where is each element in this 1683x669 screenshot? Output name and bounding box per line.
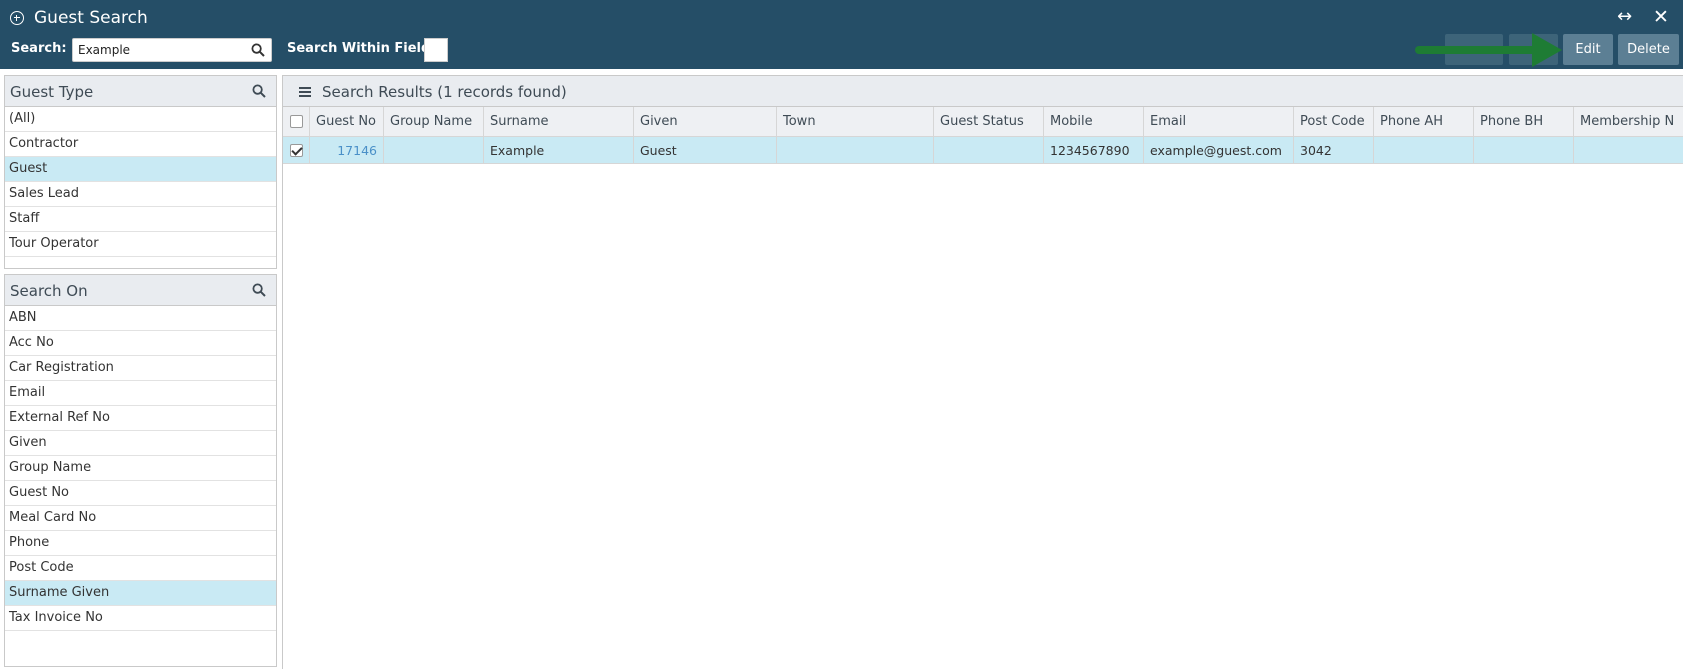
guest-type-list: (All) Contractor Guest Sales Lead Staff Tour … xyxy=(5,107,276,257)
search-on-list: ABN Acc No Car Registration Email External R… xyxy=(5,306,276,631)
cell-phone-bh xyxy=(1474,137,1574,163)
search-on-item-tax-invoice-no[interactable]: Tax Invoice No xyxy=(5,606,276,631)
window-title: Guest Search xyxy=(34,8,148,28)
search-on-item-guest-no[interactable]: Guest No xyxy=(5,481,276,506)
search-on-item-given[interactable]: Given xyxy=(5,431,276,456)
window-header: Guest Search ↔ ✕ Search: Search Within F… xyxy=(0,0,1683,69)
cell-membership xyxy=(1574,137,1683,163)
search-on-item-group-name[interactable]: Group Name xyxy=(5,456,276,481)
edit-button[interactable]: Edit xyxy=(1563,34,1613,65)
cell-email: example@guest.com xyxy=(1144,137,1294,163)
column-header-group-name[interactable]: Group Name xyxy=(384,107,484,136)
row-checkbox[interactable] xyxy=(290,143,303,157)
select-all-checkbox[interactable] xyxy=(290,115,303,128)
search-results-title: Search Results (1 records found) xyxy=(322,83,567,101)
column-header-town[interactable]: Town xyxy=(777,107,934,136)
search-box xyxy=(72,38,272,62)
column-header-guest-no[interactable]: Guest No xyxy=(310,107,384,136)
cell-post-code: 3042 xyxy=(1294,137,1374,163)
guest-type-item-contractor[interactable]: Contractor xyxy=(5,132,276,157)
column-header-phone-ah[interactable]: Phone AH xyxy=(1374,107,1474,136)
guest-type-panel: Guest Type (All) Contractor Guest Sales Lea… xyxy=(4,75,277,269)
guest-type-item-sales-lead[interactable]: Sales Lead xyxy=(5,182,276,207)
search-label: Search: xyxy=(11,41,67,56)
select-all-cell xyxy=(283,107,310,136)
guest-type-item-staff[interactable]: Staff xyxy=(5,207,276,232)
cell-mobile: 1234567890 xyxy=(1044,137,1144,163)
cell-guest-status xyxy=(934,137,1044,163)
cell-given: Guest xyxy=(634,137,777,163)
search-results-header: Search Results (1 records found) xyxy=(283,76,1683,107)
search-on-title: Search On xyxy=(10,282,88,300)
search-on-item-abn[interactable]: ABN xyxy=(5,306,276,331)
search-icon[interactable] xyxy=(252,283,266,297)
search-icon[interactable] xyxy=(252,84,266,98)
search-on-item-post-code[interactable]: Post Code xyxy=(5,556,276,581)
search-within-field-label: Search Within Field: xyxy=(287,41,436,56)
title-row: Guest Search xyxy=(10,6,148,30)
guest-no-link[interactable]: 17146 xyxy=(310,143,383,158)
search-on-item-meal-card-no[interactable]: Meal Card No xyxy=(5,506,276,531)
cell-guest-no: 17146 xyxy=(310,137,384,163)
guest-type-item-all[interactable]: (All) xyxy=(5,107,276,132)
guest-type-title: Guest Type xyxy=(10,83,94,101)
column-header-mobile[interactable]: Mobile xyxy=(1044,107,1144,136)
search-on-item-acc-no[interactable]: Acc No xyxy=(5,331,276,356)
cell-surname: Example xyxy=(484,137,634,163)
delete-button[interactable]: Delete xyxy=(1618,34,1679,65)
column-header-phone-bh[interactable]: Phone BH xyxy=(1474,107,1574,136)
column-header-post-code[interactable]: Post Code xyxy=(1294,107,1374,136)
highlight-arrow-icon xyxy=(1532,33,1562,67)
cell-town xyxy=(777,137,934,163)
column-header-surname[interactable]: Surname xyxy=(484,107,634,136)
guest-type-item-tour-operator[interactable]: Tour Operator xyxy=(5,232,276,257)
close-icon[interactable]: ✕ xyxy=(1653,6,1669,28)
search-on-header: Search On xyxy=(5,275,276,306)
menu-icon[interactable] xyxy=(299,87,311,97)
highlight-arrow-shaft xyxy=(1415,46,1540,54)
search-on-item-car-registration[interactable]: Car Registration xyxy=(5,356,276,381)
cell-phone-ah xyxy=(1374,137,1474,163)
search-on-panel: Search On ABN Acc No Car Registration Email… xyxy=(4,274,277,667)
search-on-item-phone[interactable]: Phone xyxy=(5,531,276,556)
search-icon[interactable] xyxy=(251,43,265,57)
cell-group-name xyxy=(384,137,484,163)
search-input[interactable] xyxy=(73,39,243,61)
table-row[interactable]: 17146 Example Guest 1234567890 example@g… xyxy=(283,137,1683,164)
column-header-guest-status[interactable]: Guest Status xyxy=(934,107,1044,136)
search-on-item-external-ref-no[interactable]: External Ref No xyxy=(5,406,276,431)
search-on-item-surname-given[interactable]: Surname Given xyxy=(5,581,276,606)
grid-header-row: Guest No Group Name Surname Given Town G… xyxy=(283,107,1683,137)
column-header-membership[interactable]: Membership N xyxy=(1574,107,1683,136)
guest-type-item-guest[interactable]: Guest xyxy=(5,157,276,182)
column-header-given[interactable]: Given xyxy=(634,107,777,136)
search-results-panel: Search Results (1 records found) Guest N… xyxy=(282,75,1683,669)
row-select-cell xyxy=(283,137,310,163)
resize-icon[interactable]: ↔ xyxy=(1617,6,1632,28)
search-on-item-email[interactable]: Email xyxy=(5,381,276,406)
column-header-email[interactable]: Email xyxy=(1144,107,1294,136)
add-circle-icon[interactable] xyxy=(10,11,24,25)
guest-type-header: Guest Type xyxy=(5,76,276,107)
search-within-field-checkbox[interactable] xyxy=(424,38,448,62)
